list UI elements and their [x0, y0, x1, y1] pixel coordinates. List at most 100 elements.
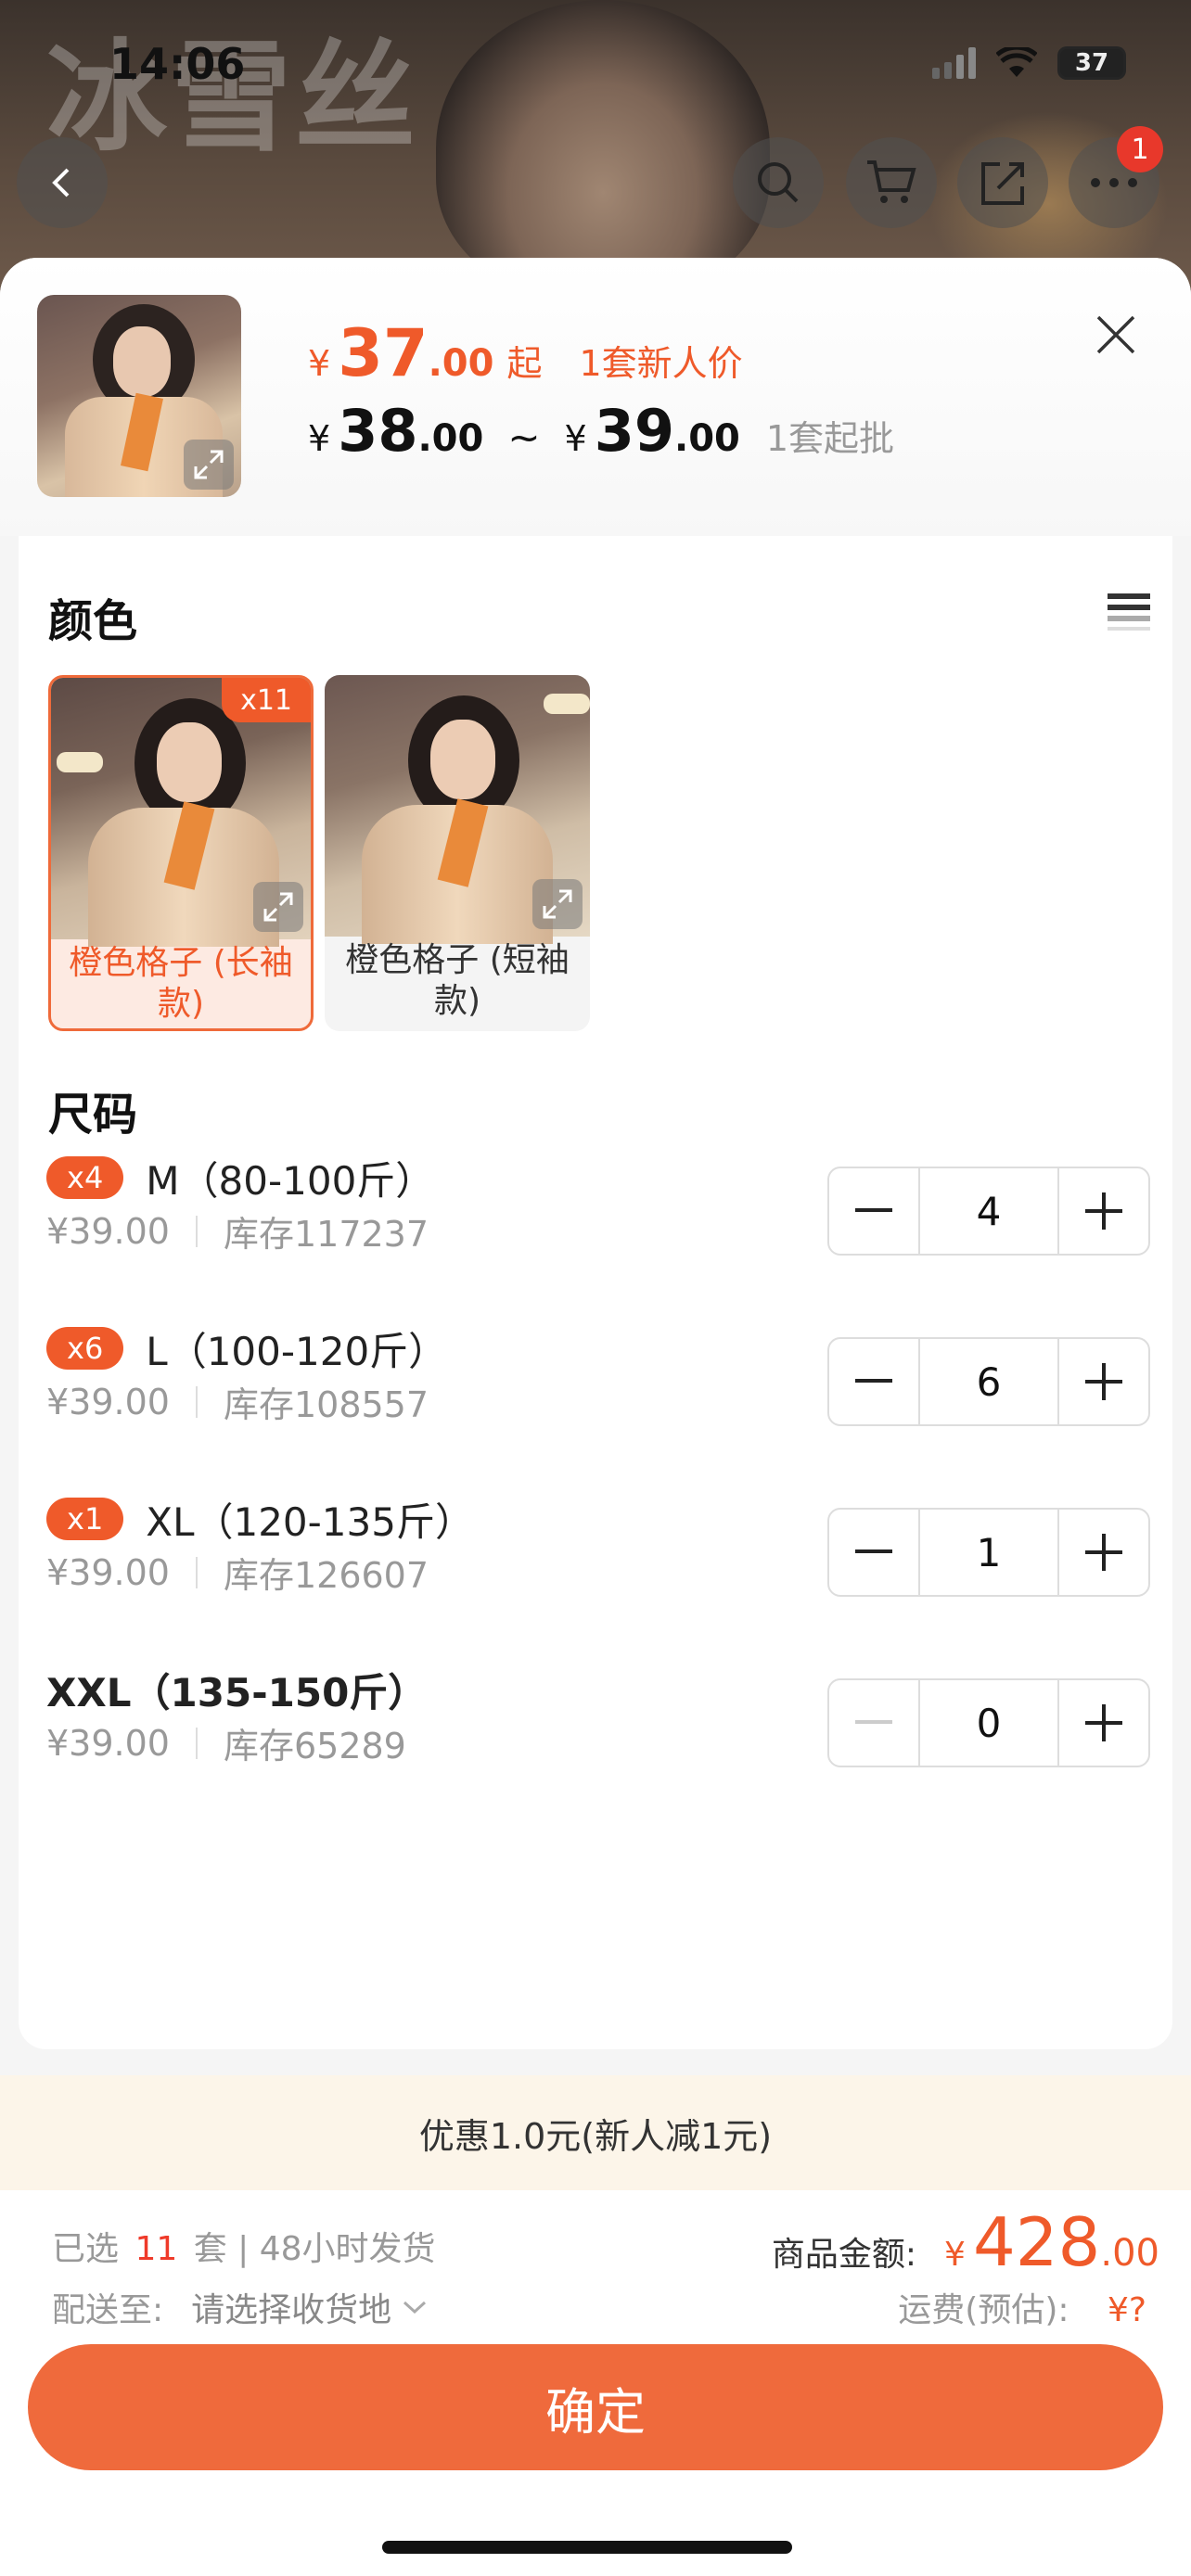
size-section-title: 尺码 — [48, 1089, 138, 1141]
expand-button[interactable] — [184, 440, 234, 490]
amount-integer: 428 — [972, 2203, 1101, 2281]
close-icon[interactable] — [1093, 312, 1139, 358]
shipping-destination[interactable]: 配送至: 请选择收货地 — [52, 2283, 429, 2331]
share-button[interactable] — [957, 137, 1048, 228]
sku-selector-sheet: ¥ 37 .00 起 1套新人价 ¥ 38 .00 ~ ¥ 39 .00 1套起… — [0, 258, 1191, 2576]
quantity-input[interactable]: 6 — [918, 1339, 1059, 1424]
divider — [195, 1385, 198, 1418]
cart-icon — [867, 160, 916, 203]
size-name: XXL（135-150斤） — [46, 1669, 428, 1715]
new-user-tag: 1套新人价 — [579, 343, 743, 384]
minus-icon — [855, 1720, 892, 1724]
size-row-xl: x1 XL（120-135斤） ¥39.00 库存126607 1 — [46, 1491, 1159, 1602]
color-option-long-sleeve[interactable]: x11 橙色格子 (长袖款) — [48, 675, 314, 1031]
status-icons: 37 — [932, 46, 1126, 80]
color-option-image — [325, 675, 590, 944]
size-row-l: x6 L（100-120斤） ¥39.00 库存108557 6 — [46, 1320, 1159, 1432]
img-lamp — [57, 752, 103, 772]
status-time: 14:06 — [109, 39, 246, 89]
options-card: 颜色 x11 橙色格子 (长袖款) 橙色格子 (短袖款) 尺码 x4 M（80-… — [19, 536, 1172, 2049]
size-price: ¥39.00 — [46, 1722, 170, 1764]
size-name-line: XXL（135-150斤） — [46, 1662, 427, 1717]
new-user-price: ¥ 37 .00 起 1套新人价 — [308, 315, 743, 391]
plus-icon — [1085, 1534, 1122, 1571]
range-high-integer: 39 — [594, 397, 674, 465]
thumb-face — [113, 326, 171, 397]
more-button[interactable]: 1 — [1069, 126, 1163, 228]
size-stock: 库存108557 — [223, 1384, 429, 1425]
product-thumbnail[interactable] — [37, 295, 241, 497]
size-stock: 库存65289 — [223, 1726, 406, 1766]
more-icon — [1091, 178, 1137, 187]
increase-button[interactable] — [1059, 1168, 1148, 1254]
size-price: ¥39.00 — [46, 1551, 170, 1593]
size-qty-badge: x6 — [46, 1327, 124, 1370]
expand-icon — [194, 450, 224, 479]
freight-value: ¥? — [1107, 2291, 1146, 2329]
quantity-input[interactable]: 4 — [918, 1168, 1059, 1254]
quantity-input[interactable]: 1 — [918, 1510, 1059, 1595]
quantity-stepper: 6 — [827, 1337, 1150, 1426]
currency-symbol: ¥ — [308, 418, 331, 459]
plus-icon — [1085, 1704, 1122, 1741]
size-name: XL（120-135斤） — [146, 1498, 474, 1545]
divider — [195, 1727, 198, 1759]
color-option-short-sleeve[interactable]: 橙色格子 (短袖款) — [325, 675, 590, 1031]
size-stock: 库存126607 — [223, 1555, 429, 1596]
quantity-input[interactable]: 0 — [918, 1680, 1059, 1766]
size-qty-badge: x1 — [46, 1498, 124, 1540]
size-meta: ¥39.00 库存126607 — [46, 1547, 429, 1598]
list-view-icon[interactable] — [1106, 590, 1152, 636]
expand-icon — [263, 892, 293, 922]
ship-label: 配送至: — [52, 2291, 164, 2329]
decrease-button[interactable] — [829, 1168, 918, 1254]
price-decimal: .00 — [428, 342, 494, 385]
expand-icon — [543, 889, 572, 919]
range-high-decimal: .00 — [674, 417, 740, 460]
decrease-button[interactable] — [829, 1510, 918, 1595]
size-name-line: x6 L（100-120斤） — [46, 1320, 447, 1376]
plus-icon — [1085, 1192, 1122, 1230]
size-name-line: x1 XL（120-135斤） — [46, 1491, 474, 1547]
color-section-title: 颜色 — [48, 595, 138, 647]
total-amount: 商品金额: ¥ 428 .00 — [772, 2203, 1159, 2281]
size-price: ¥39.00 — [46, 1210, 170, 1252]
freight-label: 运费(预估): — [898, 2291, 1069, 2329]
range-low-decimal: .00 — [417, 417, 484, 460]
increase-button[interactable] — [1059, 1680, 1148, 1766]
decrease-button[interactable] — [829, 1680, 918, 1766]
increase-button[interactable] — [1059, 1510, 1148, 1595]
selected-prefix: 已选 — [52, 2230, 120, 2268]
battery-icon: 37 — [1057, 46, 1126, 80]
expand-button[interactable] — [253, 882, 303, 932]
wifi-icon — [996, 47, 1037, 77]
img-lamp — [544, 694, 590, 714]
chevron-down-icon — [403, 2301, 427, 2315]
freight-estimate: 运费(预估): ¥? — [898, 2283, 1146, 2331]
color-option-label: 橙色格子 (短袖款) — [345, 941, 570, 1020]
cart-button[interactable] — [846, 137, 937, 228]
quantity-stepper: 0 — [827, 1678, 1150, 1767]
decrease-button[interactable] — [829, 1339, 918, 1424]
selected-suffix: 套 | 48小时发货 — [193, 2230, 436, 2268]
confirm-button[interactable]: 确定 — [28, 2344, 1163, 2470]
ship-destination-value: 请选择收货地 — [191, 2291, 392, 2329]
size-name-line: x4 M（80-100斤） — [46, 1150, 434, 1205]
plus-icon — [1085, 1363, 1122, 1400]
size-price: ¥39.00 — [46, 1381, 170, 1422]
size-stock: 库存117237 — [223, 1214, 429, 1255]
price-integer: 37 — [338, 315, 429, 391]
selected-summary: 已选 11 套 | 48小时发货 — [52, 2222, 436, 2270]
increase-button[interactable] — [1059, 1339, 1148, 1424]
size-name: M（80-100斤） — [146, 1157, 435, 1204]
search-button[interactable] — [733, 137, 824, 228]
back-button[interactable] — [17, 137, 108, 228]
divider — [195, 1215, 198, 1247]
size-meta: ¥39.00 库存65289 — [46, 1717, 406, 1768]
price-range: ¥ 38 .00 ~ ¥ 39 .00 1套起批 — [308, 397, 894, 465]
selected-count-badge: x11 — [222, 678, 311, 722]
promo-banner: 优惠1.0元(新人减1元) — [0, 2075, 1191, 2190]
range-low-integer: 38 — [338, 397, 418, 465]
size-name: L（100-120斤） — [146, 1328, 448, 1374]
expand-button[interactable] — [532, 879, 583, 929]
